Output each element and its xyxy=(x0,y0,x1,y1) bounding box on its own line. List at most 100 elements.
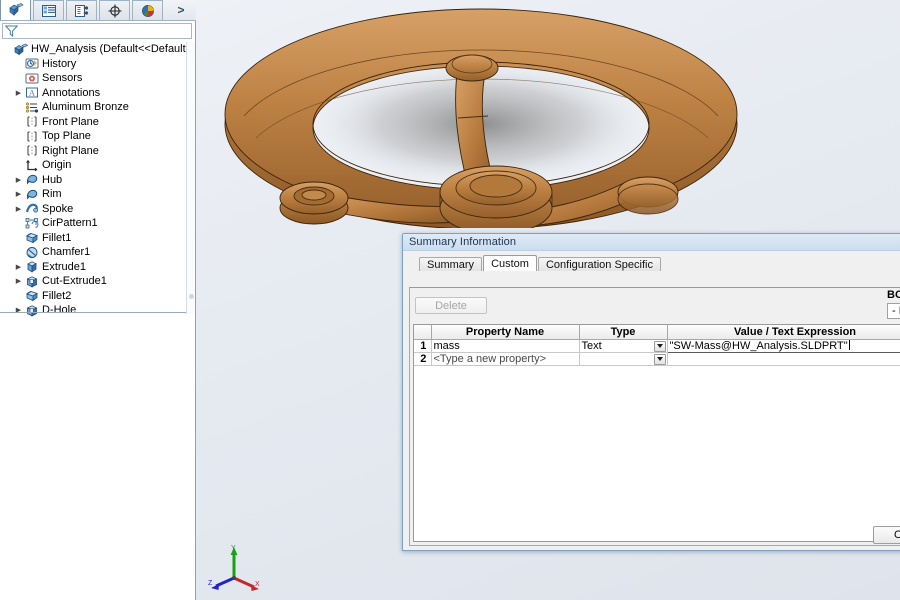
tab-summary[interactable]: Summary xyxy=(419,257,483,271)
tree-item-hw-analysis-default-default-display[interactable]: HW_Analysis (Default<<Default>_Display) xyxy=(0,42,195,57)
tree-item-label: Spoke xyxy=(42,202,74,215)
revolve-icon xyxy=(26,189,37,200)
filter-funnel-icon xyxy=(5,25,18,37)
expand-arrow-icon[interactable]: ▶ xyxy=(13,305,24,316)
dialog-titlebar[interactable]: Summary Information xyxy=(403,234,900,251)
tree-item-label: Aluminum Bronze xyxy=(42,101,129,114)
tree-item-annotations[interactable]: ▶ A Annotations xyxy=(0,86,195,101)
property-name-value: mass xyxy=(433,339,460,352)
feature-manager-tabbar: > xyxy=(0,0,196,21)
tree-item-cirpattern1[interactable]: CirPattern1 xyxy=(0,216,195,231)
type-cell[interactable] xyxy=(579,352,668,366)
dimxpert-crosshair-icon xyxy=(108,4,121,17)
display-sphere-icon xyxy=(141,4,154,17)
custom-properties-grid[interactable]: Property Name Type Value / Text Expressi… xyxy=(413,324,900,542)
ok-button[interactable]: OK xyxy=(873,526,900,544)
part-icon xyxy=(13,43,28,56)
feature-tree-filter[interactable] xyxy=(2,23,192,39)
triad-icon: Y X Z xyxy=(208,545,260,591)
tree-item-spoke[interactable]: ▶ Spoke xyxy=(0,202,195,217)
expand-arrow-icon[interactable]: ▶ xyxy=(13,203,24,214)
column-header-property-name[interactable]: Property Name xyxy=(431,325,580,340)
feature-manager-overflow-button[interactable]: > xyxy=(171,0,191,20)
row-number-cell[interactable]: 2 xyxy=(414,352,432,366)
property-manager-tab[interactable] xyxy=(33,0,64,20)
tree-item-aluminum-bronze[interactable]: Aluminum Bronze xyxy=(0,100,195,115)
tree-item-front-plane[interactable]: Front Plane xyxy=(0,115,195,130)
chevron-down-icon[interactable] xyxy=(653,353,666,364)
tree-item-right-plane[interactable]: Right Plane xyxy=(0,144,195,159)
expand-arrow-icon[interactable]: ▶ xyxy=(13,276,24,287)
table-row[interactable]: 2 <Type a new property> xyxy=(414,352,900,366)
tree-item-d-hole[interactable]: ▶ D-Hole xyxy=(0,303,195,318)
tree-item-chamfer1[interactable]: Chamfer1 xyxy=(0,245,195,260)
row-number-cell[interactable]: 1 xyxy=(414,339,432,353)
column-header-type[interactable]: Type xyxy=(579,325,668,340)
tree-item-hub[interactable]: ▶ Hub xyxy=(0,173,195,188)
graphics-area[interactable]: Y X Z Summary Information Summary Custom… xyxy=(196,0,900,600)
tree-item-rim[interactable]: ▶ Rim xyxy=(0,187,195,202)
tree-item-history[interactable]: History xyxy=(0,57,195,72)
sensors-icon xyxy=(25,73,38,84)
feature-manager-tab[interactable] xyxy=(0,0,31,20)
sweep-icon xyxy=(25,203,38,213)
scroll-knob[interactable] xyxy=(189,294,194,299)
custom-tab-panel: Delete BOM quantity: - None - Edit Li xyxy=(409,287,900,546)
tree-item-sensors[interactable]: Sensors xyxy=(0,71,195,86)
feature-tree[interactable]: HW_Analysis (Default<<Default>_Display) … xyxy=(0,42,195,318)
triad-x-label: X xyxy=(255,581,260,588)
fillet-icon xyxy=(24,289,39,302)
history-icon xyxy=(24,57,39,70)
column-header-value-expression[interactable]: Value / Text Expression xyxy=(667,325,900,340)
tree-item-label: History xyxy=(42,57,77,70)
expand-arrow-icon[interactable]: ▶ xyxy=(13,261,24,272)
table-row[interactable]: 1massText"SW-Mass@HW_Analysis.SLDPRT"279… xyxy=(414,338,900,353)
property-name-value: <Type a new property> xyxy=(433,352,547,365)
feature-manager-panel: > HW_Analysis (Default<<Default>_Display… xyxy=(0,0,196,600)
dimxpert-manager-tab[interactable] xyxy=(99,0,130,20)
model-handwheel[interactable] xyxy=(196,0,756,246)
summary-information-dialog[interactable]: Summary Information Summary Custom Confi… xyxy=(402,233,900,551)
tab-configuration-specific[interactable]: Configuration Specific xyxy=(537,257,661,271)
dialog-title: Summary Information xyxy=(409,236,517,248)
tree-item-top-plane[interactable]: Top Plane xyxy=(0,129,195,144)
tree-item-fillet1[interactable]: Fillet1 xyxy=(0,231,195,246)
configuration-manager-tab[interactable] xyxy=(66,0,97,20)
fillet-icon xyxy=(24,231,39,244)
tree-item-cut-extrude1[interactable]: ▶ Cut-Extrude1 xyxy=(0,274,195,289)
chevron-down-icon[interactable] xyxy=(653,340,666,351)
value-expression-cell[interactable] xyxy=(667,352,900,366)
tree-item-fillet2[interactable]: Fillet2 xyxy=(0,289,195,304)
tab-custom[interactable]: Custom xyxy=(483,255,537,271)
column-header-rownum[interactable] xyxy=(414,325,432,340)
chamfer-icon xyxy=(26,246,37,258)
tree-item-label: Fillet1 xyxy=(42,231,72,244)
type-cell[interactable]: Text xyxy=(579,339,668,353)
bom-quantity-group: BOM quantity: - None - Edit List xyxy=(887,289,900,319)
value-expression-cell[interactable]: "SW-Mass@HW_Analysis.SLDPRT" xyxy=(666,338,900,353)
tree-item-label: Origin xyxy=(42,159,72,172)
tree-item-label: Fillet2 xyxy=(42,289,72,302)
property-name-cell[interactable]: mass xyxy=(431,339,580,353)
expand-arrow-icon[interactable]: ▶ xyxy=(13,87,24,98)
tree-item-extrude1[interactable]: ▶ Extrude1 xyxy=(0,260,195,275)
bom-quantity-select[interactable]: - None - xyxy=(887,303,900,319)
feature-tree-separator xyxy=(0,312,195,313)
feature-tree-scrollbar[interactable] xyxy=(186,42,195,314)
dialog-tabs: Summary Custom Configuration Specific xyxy=(409,255,900,271)
expand-arrow-icon[interactable]: ▶ xyxy=(13,189,24,200)
property-name-cell[interactable]: <Type a new property> xyxy=(431,352,580,366)
expand-arrow-icon[interactable]: ▶ xyxy=(13,174,24,185)
triad-y-label: Y xyxy=(231,545,236,552)
tree-item-label: D-Hole xyxy=(42,304,77,317)
tree-item-label: CirPattern1 xyxy=(42,217,98,230)
tree-item-origin[interactable]: Origin xyxy=(0,158,195,173)
delete-button[interactable]: Delete xyxy=(415,297,487,314)
revolve-icon xyxy=(24,173,39,186)
type-value: Text xyxy=(581,339,602,352)
display-manager-tab[interactable] xyxy=(132,0,163,20)
